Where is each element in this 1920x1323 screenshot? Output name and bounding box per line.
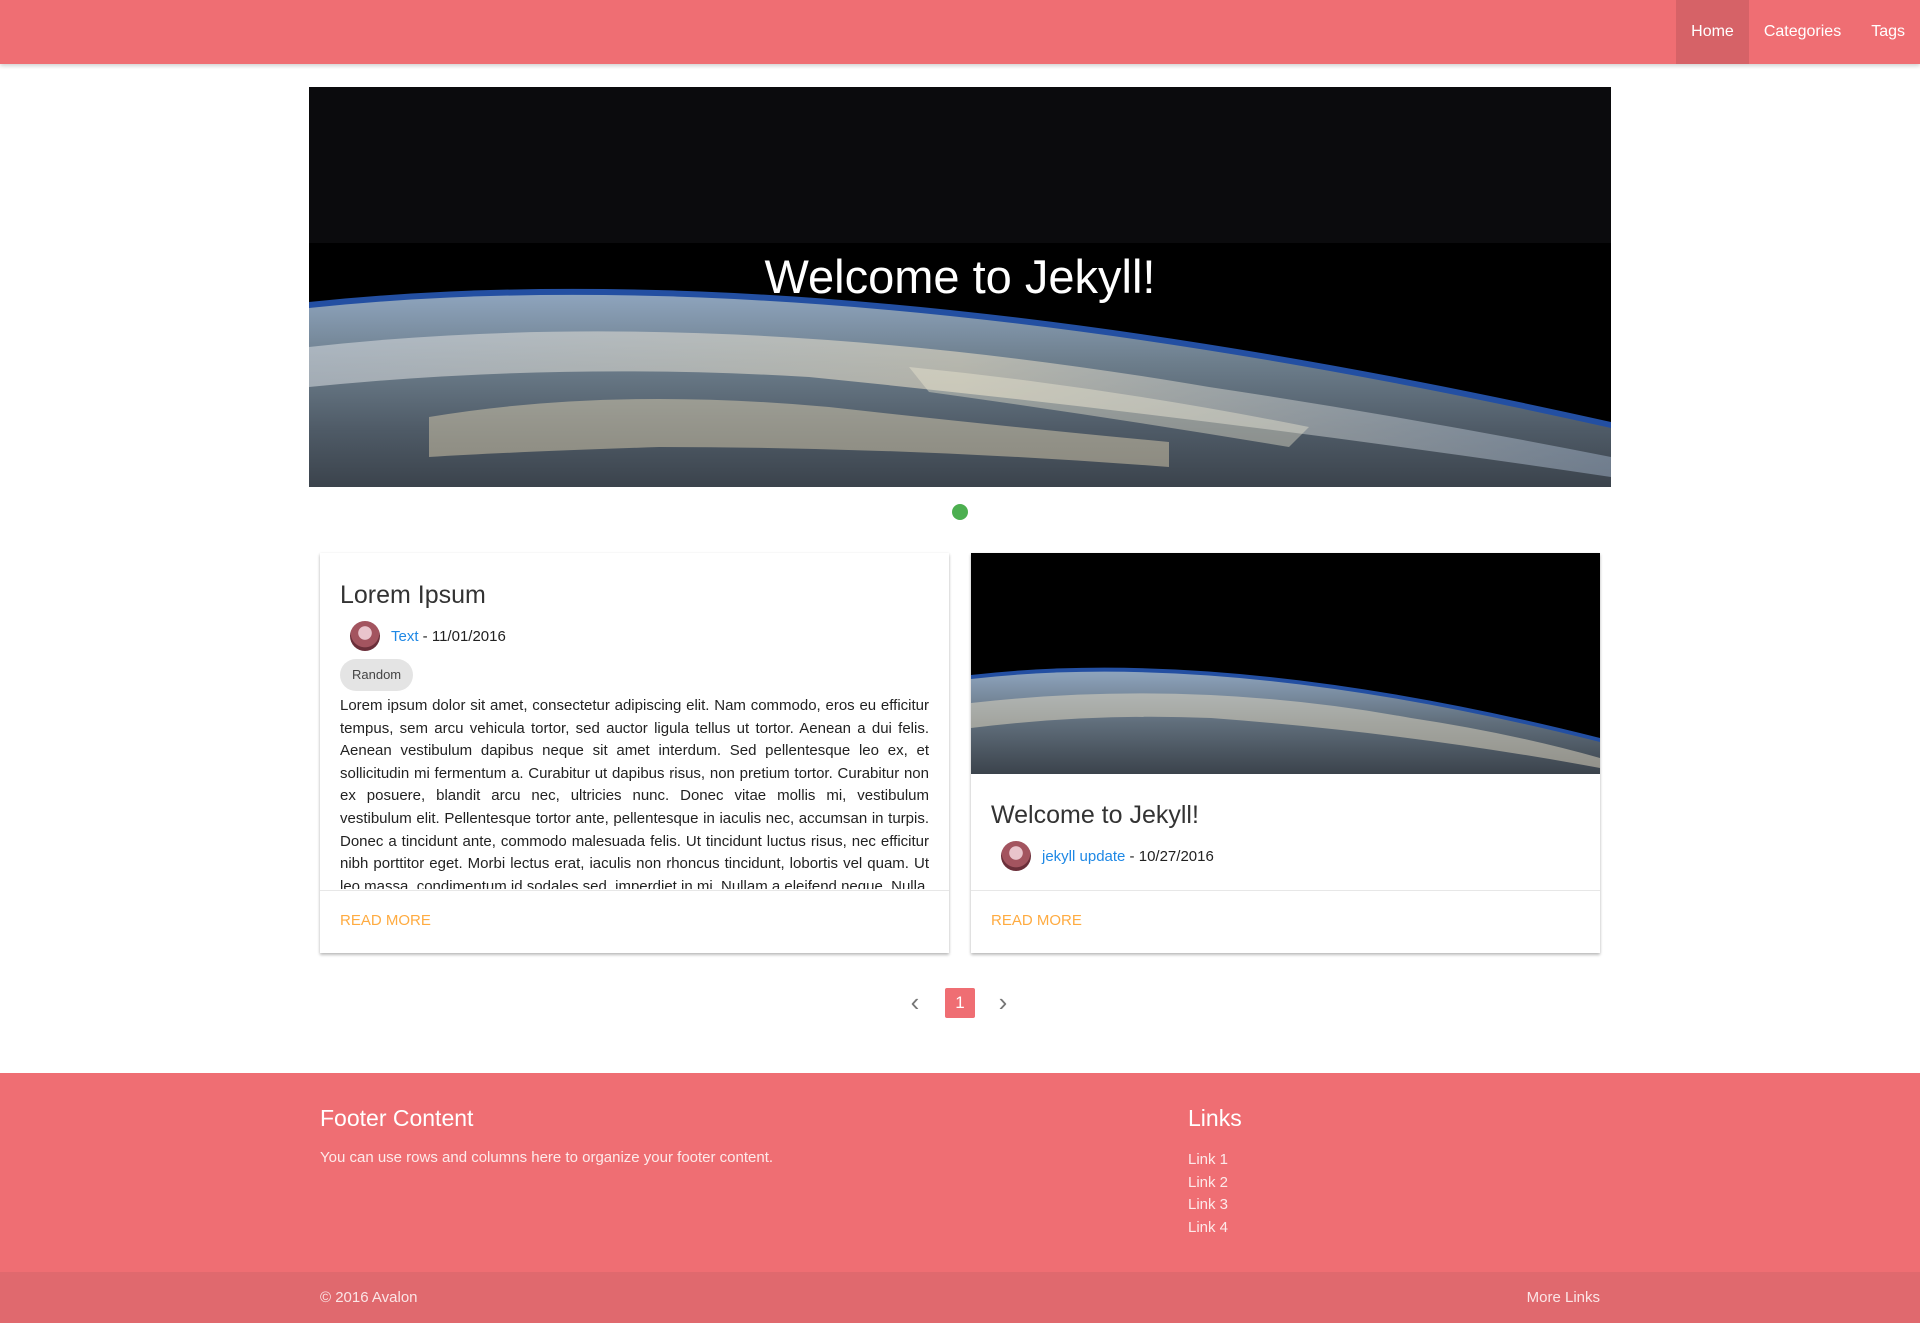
read-more-link[interactable]: Read more	[991, 912, 1082, 929]
nav-item-home[interactable]: Home	[1676, 0, 1749, 64]
card-action: Read more	[971, 890, 1600, 953]
footer-links-list: Link 1 Link 2 Link 3 Link 4	[1188, 1149, 1228, 1239]
post-category-link[interactable]: Text	[391, 628, 419, 645]
post-meta: jekyll update - 10/27/2016	[991, 841, 1214, 871]
post-card-welcome: Welcome to Jekyll! jekyll update - 10/27…	[971, 553, 1600, 953]
post-date: 11/01/2016	[431, 627, 506, 645]
nav-item-categories[interactable]: Categories	[1749, 0, 1856, 64]
footer-text: You can use rows and columns here to org…	[320, 1149, 774, 1166]
nav-item-tags[interactable]: Tags	[1856, 0, 1920, 64]
nav-menu: Home Categories Tags	[1676, 0, 1920, 64]
read-more-link[interactable]: Read more	[340, 912, 431, 929]
footer-copyright-bar: © 2016 Avalon More Links	[0, 1272, 1920, 1323]
footer-link-2[interactable]: Link 2	[1188, 1172, 1228, 1195]
chevron-left-icon[interactable]: ‹	[900, 988, 930, 1018]
footer-link-3[interactable]: Link 3	[1188, 1194, 1228, 1217]
card-action: Read more	[320, 890, 949, 953]
footer-heading: Footer Content	[320, 1105, 474, 1131]
post-thumbnail-image[interactable]	[971, 553, 1600, 774]
hero-title: Welcome to Jekyll!	[764, 250, 1156, 303]
meta-separator: -	[1125, 847, 1139, 865]
page-number-current[interactable]: 1	[945, 988, 975, 1018]
meta-separator: -	[418, 627, 432, 645]
hero-title-band	[309, 87, 1611, 243]
earth-thumbnail-image	[971, 553, 1600, 774]
footer-link-4[interactable]: Link 4	[1188, 1217, 1228, 1240]
post-meta: Text - 11/01/2016	[340, 621, 506, 651]
author-avatar	[1001, 841, 1031, 871]
more-links-link[interactable]: More Links	[1527, 1289, 1600, 1306]
post-date: 10/27/2016	[1138, 847, 1214, 865]
pagination: ‹ 1 ›	[900, 988, 1020, 1018]
footer-link-1[interactable]: Link 1	[1188, 1149, 1228, 1172]
top-navbar: Home Categories Tags	[0, 0, 1920, 64]
page-footer: Footer Content You can use rows and colu…	[0, 1073, 1920, 1323]
post-card-lorem-ipsum: Lorem Ipsum Text - 11/01/2016 Random Lor…	[320, 553, 949, 953]
hero-slider: Welcome to Jekyll!	[309, 87, 1611, 487]
post-title[interactable]: Lorem Ipsum	[340, 581, 486, 610]
chevron-right-icon[interactable]: ›	[988, 988, 1018, 1018]
copyright-text: © 2016 Avalon	[320, 1289, 418, 1306]
post-category-link[interactable]: jekyll update	[1042, 848, 1125, 865]
tag-chip[interactable]: Random	[340, 659, 414, 691]
author-avatar	[350, 621, 380, 651]
footer-links-heading: Links	[1188, 1105, 1242, 1131]
slider-indicator-dot[interactable]	[952, 504, 968, 520]
post-title[interactable]: Welcome to Jekyll!	[991, 801, 1199, 830]
post-excerpt: Lorem ipsum dolor sit amet, consectetur …	[340, 697, 929, 889]
